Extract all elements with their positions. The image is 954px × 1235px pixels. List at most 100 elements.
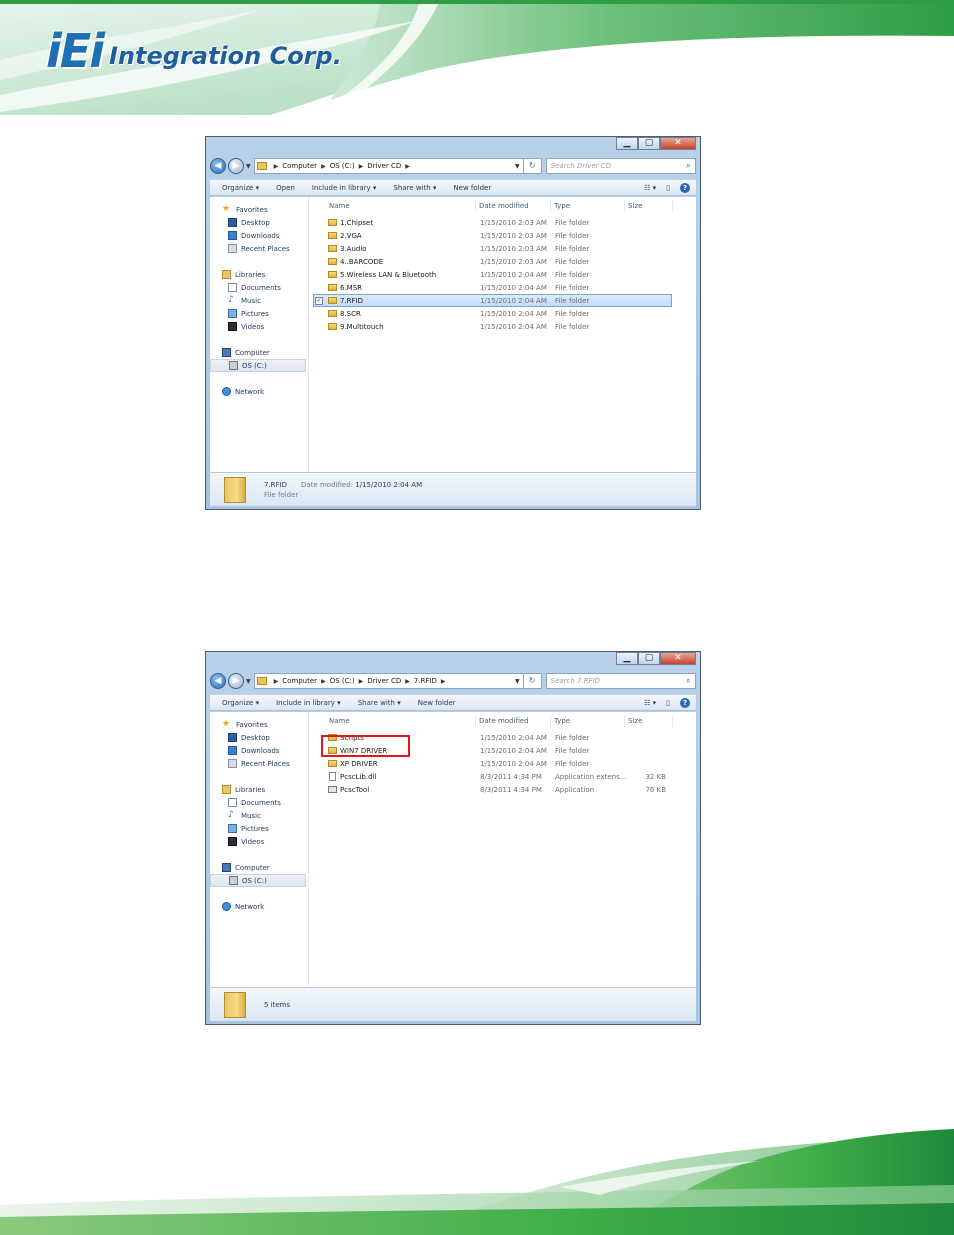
column-size[interactable]: Size	[625, 200, 673, 212]
search-placeholder: Search Driver CD	[550, 162, 612, 170]
drive-icon	[229, 361, 238, 370]
column-type[interactable]: Type	[551, 715, 625, 727]
file-row[interactable]: 4..BARCODE 1/15/2010 2:03 AM File folder	[313, 255, 672, 268]
explorer-body: ★ Favorites Desktop Downloads Recent Plac…	[210, 712, 696, 987]
logo-text: Integration Corp.	[108, 42, 342, 70]
new-folder-button[interactable]: New folder	[453, 184, 491, 192]
nav-network[interactable]: Network	[210, 385, 308, 398]
nav-desktop[interactable]: Desktop	[210, 731, 308, 744]
column-size[interactable]: Size	[625, 715, 673, 727]
nav-music[interactable]: ♪ Music	[210, 809, 308, 822]
pictures-icon	[228, 824, 237, 833]
nav-favorites[interactable]: ★ Favorites	[210, 718, 308, 731]
help-icon[interactable]: ?	[680, 697, 690, 708]
videos-icon	[228, 322, 237, 331]
address-dropdown-icon[interactable]: ▼	[515, 163, 520, 170]
breadcrumb-drive[interactable]: OS (C:)	[330, 677, 355, 685]
breadcrumb-computer[interactable]: Computer	[282, 162, 317, 170]
include-in-library-button[interactable]: Include in library ▾	[312, 184, 377, 192]
file-row[interactable]: 3.Audio 1/15/2010 2:03 AM File folder	[313, 242, 672, 255]
folder-icon	[328, 297, 337, 304]
column-type[interactable]: Type	[551, 200, 625, 212]
help-icon[interactable]: ?	[680, 182, 690, 193]
new-folder-button[interactable]: New folder	[418, 699, 456, 707]
open-button[interactable]: Open	[276, 184, 295, 192]
file-row[interactable]: PcscLib.dll 8/3/2011 4:34 PM Application e…	[313, 770, 672, 783]
search-input[interactable]: Search 7.RFID ⌕	[545, 673, 696, 689]
close-button[interactable]: ✕	[660, 652, 696, 665]
breadcrumb-driver-cd[interactable]: Driver CD	[367, 162, 401, 170]
close-button[interactable]: ✕	[660, 137, 696, 150]
nav-drive-c[interactable]: OS (C:)	[210, 359, 306, 372]
nav-computer[interactable]: Computer	[210, 346, 308, 359]
view-options-icon[interactable]: ☷ ▾	[644, 184, 656, 192]
share-with-button[interactable]: Share with ▾	[393, 184, 436, 192]
minimize-button[interactable]: ▁	[616, 652, 638, 665]
file-row[interactable]: 9.Multitouch 1/15/2010 2:04 AM File folder	[313, 320, 672, 333]
nav-network[interactable]: Network	[210, 900, 308, 913]
nav-downloads[interactable]: Downloads	[210, 744, 308, 757]
file-row[interactable]: 6.MSR 1/15/2010 2:04 AM File folder	[313, 281, 672, 294]
nav-favorites[interactable]: ★ Favorites	[210, 203, 308, 216]
breadcrumb-rfid[interactable]: 7.RFID	[414, 677, 437, 685]
search-input[interactable]: Search Driver CD ⌕	[545, 158, 696, 174]
search-icon[interactable]: ⌕	[686, 161, 690, 171]
preview-pane-icon[interactable]: ▯	[666, 184, 670, 192]
nav-downloads[interactable]: Downloads	[210, 229, 308, 242]
nav-videos[interactable]: Videos	[210, 835, 308, 848]
nav-videos[interactable]: Videos	[210, 320, 308, 333]
nav-computer[interactable]: Computer	[210, 861, 308, 874]
file-row[interactable]: 8.SCR 1/15/2010 2:04 AM File folder	[313, 307, 672, 320]
nav-libraries[interactable]: Libraries	[210, 268, 308, 281]
nav-drive-c[interactable]: OS (C:)	[210, 874, 306, 887]
maximize-button[interactable]: ▢	[638, 652, 660, 665]
preview-pane-icon[interactable]: ▯	[666, 699, 670, 707]
breadcrumb-drive[interactable]: OS (C:)	[330, 162, 355, 170]
nav-pictures[interactable]: Pictures	[210, 822, 308, 835]
nav-pictures[interactable]: Pictures	[210, 307, 308, 320]
address-dropdown-icon[interactable]: ▼	[515, 678, 520, 685]
nav-music[interactable]: ♪ Music	[210, 294, 308, 307]
address-bar[interactable]: ▶ Computer ▶ OS (C:) ▶ Driver CD ▶ 7.RFI…	[253, 673, 524, 689]
nav-documents[interactable]: Documents	[210, 281, 308, 294]
breadcrumb-driver-cd[interactable]: Driver CD	[367, 677, 401, 685]
file-row[interactable]: 1.Chipset 1/15/2010 2:03 AM File folder	[313, 216, 672, 229]
nav-recent-places[interactable]: Recent Places	[210, 757, 308, 770]
minimize-button[interactable]: ▁	[616, 137, 638, 150]
column-date-modified[interactable]: Date modified	[476, 715, 551, 727]
file-row[interactable]: XP DRIVER 1/15/2010 2:04 AM File folder	[313, 757, 672, 770]
file-row-selected[interactable]: ✓ 7.RFID 1/15/2010 2:04 AM File folder	[313, 294, 672, 307]
back-button[interactable]: ◀	[210, 673, 226, 689]
column-date-modified[interactable]: Date modified	[476, 200, 551, 212]
file-row[interactable]: 2.VGA 1/15/2010 2:03 AM File folder	[313, 229, 672, 242]
share-with-button[interactable]: Share with ▾	[358, 699, 401, 707]
maximize-button[interactable]: ▢	[638, 137, 660, 150]
checkbox-checked-icon[interactable]: ✓	[315, 296, 323, 305]
nav-libraries[interactable]: Libraries	[210, 783, 308, 796]
address-bar[interactable]: ▶ Computer ▶ OS (C:) ▶ Driver CD ▶ ▼	[253, 158, 524, 174]
win7-driver-highlight-box	[321, 735, 410, 757]
search-icon[interactable]: ⌕	[686, 676, 690, 686]
organize-button[interactable]: Organize ▾	[222, 699, 259, 707]
nav-documents[interactable]: Documents	[210, 796, 308, 809]
view-options-icon[interactable]: ☷ ▾	[644, 699, 656, 707]
refresh-icon[interactable]: ↻	[523, 673, 542, 689]
include-in-library-button[interactable]: Include in library ▾	[276, 699, 341, 707]
refresh-icon[interactable]: ↻	[523, 158, 542, 174]
breadcrumb-computer[interactable]: Computer	[282, 677, 317, 685]
drive-icon	[229, 876, 238, 885]
explorer-window-rfid: ▁ ▢ ✕ ◀ ▶ ▼ ▶ Computer ▶ OS (C:) ▶ Drive…	[205, 651, 701, 1025]
file-list: Name Date modified Type Size Scripts 1/15…	[309, 712, 696, 987]
forward-button[interactable]: ▶	[228, 158, 244, 174]
recent-pages-chevron-icon[interactable]: ▼	[246, 163, 251, 170]
column-name[interactable]: Name	[309, 200, 476, 212]
organize-button[interactable]: Organize ▾	[222, 184, 259, 192]
file-row[interactable]: PcscTool 8/3/2011 4:34 PM Application 76 KB	[313, 783, 672, 796]
recent-pages-chevron-icon[interactable]: ▼	[246, 678, 251, 685]
column-name[interactable]: Name	[309, 715, 476, 727]
back-button[interactable]: ◀	[210, 158, 226, 174]
file-row[interactable]: 5.Wireless LAN & Bluetooth 1/15/2010 2:04…	[313, 268, 672, 281]
nav-recent-places[interactable]: Recent Places	[210, 242, 308, 255]
nav-desktop[interactable]: Desktop	[210, 216, 308, 229]
forward-button[interactable]: ▶	[228, 673, 244, 689]
